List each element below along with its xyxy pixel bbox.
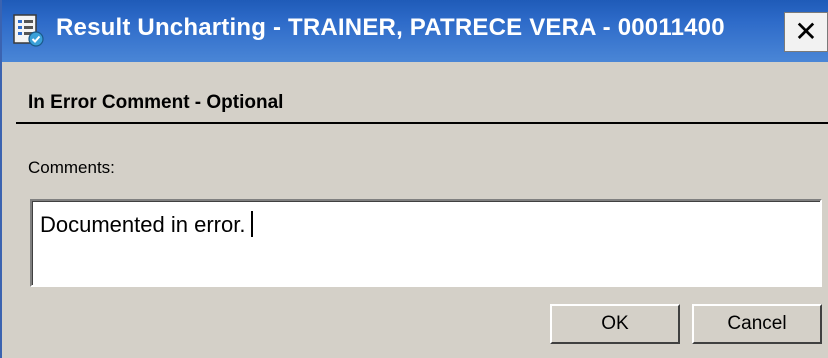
- comments-textarea[interactable]: Documented in error.: [30, 199, 822, 287]
- text-caret: [251, 211, 254, 237]
- cancel-button[interactable]: Cancel: [692, 304, 822, 344]
- comments-text: Documented in error.: [40, 211, 254, 238]
- close-button[interactable]: ✕: [784, 12, 828, 52]
- title-bar[interactable]: Result Uncharting - TRAINER, PATRECE VER…: [2, 0, 828, 62]
- ok-button[interactable]: OK: [550, 304, 680, 344]
- result-uncharting-dialog: Result Uncharting - TRAINER, PATRECE VER…: [0, 0, 828, 358]
- section-divider: [16, 122, 828, 124]
- document-check-icon: [13, 14, 44, 47]
- section-title: In Error Comment - Optional: [28, 92, 284, 113]
- comments-label: Comments:: [28, 158, 115, 177]
- comments-value: Documented in error.: [40, 212, 246, 237]
- window-title: Result Uncharting - TRAINER, PATRECE VER…: [56, 14, 725, 41]
